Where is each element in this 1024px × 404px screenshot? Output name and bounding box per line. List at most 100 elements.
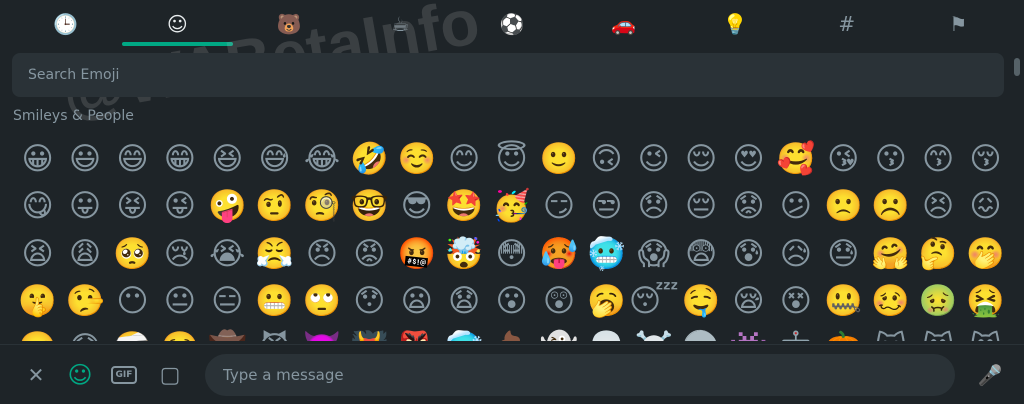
- emoji-item[interactable]: 😨: [677, 231, 724, 278]
- emoji-item[interactable]: 🥺: [109, 231, 156, 278]
- emoji-item[interactable]: 😤: [251, 231, 298, 278]
- emoji-item[interactable]: 😑: [204, 278, 251, 325]
- emoji-item[interactable]: 🤨: [251, 183, 298, 230]
- emoji-item[interactable]: 😏: [535, 183, 582, 230]
- emoji-item[interactable]: 😕: [772, 183, 819, 230]
- emoji-item[interactable]: 🤮: [962, 278, 1009, 325]
- tab-animals[interactable]: 🐻: [233, 0, 345, 48]
- emoji-item[interactable]: 🤯: [441, 231, 488, 278]
- emoji-item[interactable]: 😄: [109, 136, 156, 183]
- emoji-item[interactable]: 🥰: [772, 136, 819, 183]
- emoji-item[interactable]: 🤩: [441, 183, 488, 230]
- emoji-item[interactable]: 😝: [109, 183, 156, 230]
- emoji-item[interactable]: 😞: [630, 183, 677, 230]
- tab-smileys[interactable]: ☺: [121, 0, 234, 48]
- emoji-item[interactable]: 😃: [61, 136, 108, 183]
- emoji-item[interactable]: 🤥: [61, 278, 108, 325]
- tab-symbols[interactable]: #: [791, 0, 903, 48]
- microphone-icon[interactable]: 🎤: [976, 361, 1004, 389]
- emoji-item[interactable]: 🧐: [298, 183, 345, 230]
- scrollbar-thumb[interactable]: [1014, 58, 1020, 76]
- sticker-icon[interactable]: ▢: [156, 361, 184, 389]
- emoji-item[interactable]: 😴: [629, 278, 679, 325]
- emoji-item[interactable]: 😭: [204, 231, 251, 278]
- emoji-item[interactable]: 🤭: [962, 231, 1009, 278]
- emoji-item[interactable]: 🤢: [914, 278, 961, 325]
- message-box[interactable]: [205, 354, 955, 396]
- emoji-item[interactable]: 😉: [630, 136, 677, 183]
- emoji-item[interactable]: 😙: [914, 136, 961, 183]
- emoji-item[interactable]: 🤧: [14, 325, 61, 341]
- emoji-item[interactable]: 🤤: [677, 278, 724, 325]
- emoji-item[interactable]: 🤣: [346, 136, 393, 183]
- emoji-search-input[interactable]: [26, 66, 990, 84]
- emoji-item[interactable]: 😖: [962, 183, 1009, 230]
- emoji-item[interactable]: 😆: [204, 136, 251, 183]
- emoji-item[interactable]: 😪: [725, 278, 772, 325]
- emoji-item[interactable]: 😅: [251, 136, 298, 183]
- emoji-item[interactable]: 🥳: [488, 183, 535, 230]
- emoji-item[interactable]: 😺: [867, 325, 914, 341]
- emoji-item[interactable]: 😵: [772, 278, 819, 325]
- emoji-item[interactable]: 😗: [867, 136, 914, 183]
- emoji-item[interactable]: 😫: [14, 231, 61, 278]
- emoji-item[interactable]: 😓: [820, 231, 867, 278]
- emoji-item[interactable]: 😬: [251, 278, 298, 325]
- emoji-item[interactable]: 😔: [677, 183, 724, 230]
- emoji-item[interactable]: 😡: [346, 231, 393, 278]
- emoji-item[interactable]: 😋: [14, 183, 61, 230]
- emoji-item[interactable]: 🤬: [393, 231, 440, 278]
- emoji-item[interactable]: 😯: [346, 278, 393, 325]
- emoji-item[interactable]: 😳: [488, 231, 535, 278]
- emoji-item[interactable]: 🙁: [820, 183, 867, 230]
- emoji-item[interactable]: 👿: [298, 325, 345, 341]
- emoji-item[interactable]: ☹️: [867, 183, 914, 230]
- tab-flags[interactable]: ⚑: [903, 0, 1015, 48]
- emoji-item[interactable]: 🙄: [298, 278, 345, 325]
- emoji-item[interactable]: 🤗: [867, 231, 914, 278]
- close-icon[interactable]: ✕: [22, 361, 50, 389]
- emoji-item[interactable]: 😒: [583, 183, 630, 230]
- emoji-item[interactable]: 😶: [109, 278, 156, 325]
- emoji-item[interactable]: 😸: [914, 325, 961, 341]
- gif-button[interactable]: GIF: [110, 361, 138, 389]
- emoji-item[interactable]: 😮: [488, 278, 535, 325]
- message-input[interactable]: [221, 365, 939, 385]
- emoji-item[interactable]: 😘: [820, 136, 867, 183]
- emoji-item[interactable]: 😊: [441, 136, 488, 183]
- emoji-item[interactable]: 😦: [393, 278, 440, 325]
- emoji-item[interactable]: 😁: [156, 136, 203, 183]
- emoji-item[interactable]: 😟: [725, 183, 772, 230]
- tab-food[interactable]: ☕: [345, 0, 457, 48]
- emoji-item[interactable]: 😩: [61, 231, 108, 278]
- emoji-item[interactable]: 🤖: [772, 325, 819, 341]
- emoji-item[interactable]: 😣: [914, 183, 961, 230]
- emoji-item[interactable]: 😚: [962, 136, 1009, 183]
- emoji-item[interactable]: 🤔: [914, 231, 961, 278]
- emoji-item[interactable]: 🤫: [14, 278, 61, 325]
- emoji-item[interactable]: 🤓: [346, 183, 393, 230]
- emoji-item[interactable]: 😠: [298, 231, 345, 278]
- tab-travel[interactable]: 🚗: [568, 0, 680, 48]
- emoji-item[interactable]: 🙂: [535, 136, 582, 183]
- emoji-item[interactable]: 😧: [441, 278, 488, 325]
- emoji-item[interactable]: 🤒: [156, 325, 203, 341]
- emoji-item[interactable]: 🤠: [204, 325, 251, 341]
- emoji-item[interactable]: 👾: [725, 325, 772, 341]
- emoji-item[interactable]: 😱: [630, 231, 677, 278]
- emoji-item[interactable]: 👹: [346, 325, 393, 341]
- emoji-item[interactable]: 😈: [251, 325, 298, 341]
- emoji-item[interactable]: 💩: [488, 325, 535, 341]
- emoji-search-box[interactable]: [12, 53, 1004, 97]
- emoji-item[interactable]: 😀: [14, 136, 61, 183]
- emoji-item[interactable]: 🤐: [820, 278, 867, 325]
- emoji-icon[interactable]: ☺: [66, 361, 94, 389]
- emoji-item[interactable]: 😂: [298, 136, 345, 183]
- emoji-item[interactable]: 🥶: [441, 325, 488, 341]
- emoji-item[interactable]: 😥: [772, 231, 819, 278]
- emoji-item[interactable]: 😢: [156, 231, 203, 278]
- tab-recent[interactable]: 🕒: [10, 0, 122, 48]
- emoji-item[interactable]: 🥵: [535, 231, 582, 278]
- emoji-item[interactable]: 💀: [583, 325, 630, 341]
- tab-objects[interactable]: 💡: [679, 0, 791, 48]
